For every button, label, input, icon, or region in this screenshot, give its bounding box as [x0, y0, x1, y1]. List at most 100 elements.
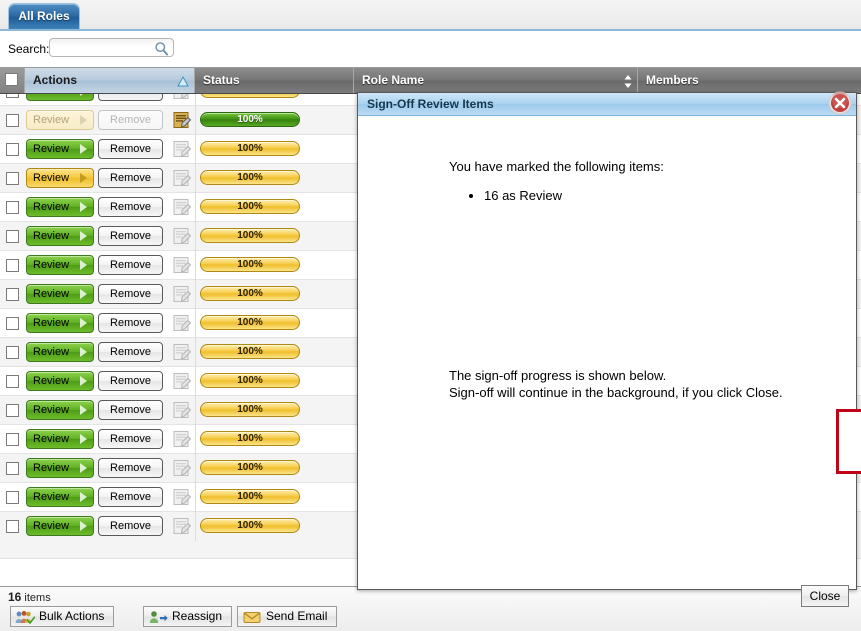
- row-select-checkbox[interactable]: [6, 259, 19, 272]
- status-progress-bar: 100%: [200, 94, 300, 98]
- form-icon-disabled: [172, 314, 191, 333]
- remove-button-label: Remove: [110, 259, 151, 271]
- review-button[interactable]: Review: [26, 94, 94, 101]
- remove-button[interactable]: Remove: [98, 284, 163, 304]
- status-progress-bar: 100%: [200, 460, 300, 475]
- form-icon-disabled: [172, 198, 191, 217]
- remove-button[interactable]: Remove: [98, 139, 163, 159]
- row-select-checkbox[interactable]: [6, 94, 19, 98]
- review-button[interactable]: Review: [26, 516, 94, 536]
- dialog-title-bar[interactable]: Sign-Off Review Items: [358, 93, 856, 116]
- remove-button[interactable]: Remove: [98, 168, 163, 188]
- remove-button-label: Remove: [110, 317, 151, 329]
- review-button[interactable]: Review: [26, 139, 94, 159]
- bulk-actions-button[interactable]: Bulk Actions: [10, 606, 114, 627]
- remove-button[interactable]: Remove: [98, 371, 163, 391]
- sort-both-icon[interactable]: [622, 73, 634, 87]
- remove-button-label: Remove: [110, 520, 151, 532]
- status-progress-label: 100%: [237, 94, 263, 96]
- remove-button[interactable]: Remove: [98, 516, 163, 536]
- review-button[interactable]: Review: [26, 371, 94, 391]
- remove-button[interactable]: Remove: [98, 487, 163, 507]
- column-header-select-all[interactable]: [0, 68, 25, 93]
- envelope-icon: [242, 609, 262, 625]
- review-button[interactable]: Review: [26, 487, 94, 507]
- row-select-checkbox[interactable]: [6, 114, 19, 127]
- remove-button[interactable]: Remove: [98, 458, 163, 478]
- review-button[interactable]: Review: [26, 168, 94, 188]
- row-select-checkbox[interactable]: [6, 491, 19, 504]
- remove-button-label: Remove: [110, 491, 151, 503]
- grid-footer: 16 items Bulk Actions Reassign: [0, 586, 861, 631]
- dialog-title: Sign-Off Review Items: [367, 97, 494, 111]
- remove-button-label: Remove: [110, 172, 151, 184]
- sort-ascending-icon[interactable]: [177, 73, 189, 87]
- item-count: 16 items: [8, 590, 51, 604]
- review-button[interactable]: Review: [26, 197, 94, 217]
- review-button-label: Review: [33, 375, 69, 387]
- column-divider: [195, 164, 196, 193]
- dialog-close-button[interactable]: Close: [801, 585, 849, 607]
- status-progress-bar: 100%: [200, 489, 300, 504]
- form-icon-disabled: [172, 459, 191, 478]
- column-header-role-name[interactable]: Role Name: [354, 68, 638, 93]
- review-button[interactable]: Review: [26, 342, 94, 362]
- close-circle-icon[interactable]: [827, 90, 853, 116]
- remove-button[interactable]: Remove: [98, 400, 163, 420]
- column-divider: [195, 396, 196, 425]
- row-select-checkbox[interactable]: [6, 288, 19, 301]
- search-icon[interactable]: [154, 41, 169, 56]
- remove-button[interactable]: Remove: [98, 197, 163, 217]
- review-button[interactable]: Review: [26, 400, 94, 420]
- remove-button[interactable]: Remove: [98, 255, 163, 275]
- search-bar: Search:: [0, 33, 861, 67]
- status-progress-bar: 100%: [200, 344, 300, 359]
- status-progress-label: 100%: [237, 462, 263, 473]
- status-progress-label: 100%: [237, 201, 263, 212]
- review-button[interactable]: Review: [26, 226, 94, 246]
- row-select-checkbox[interactable]: [6, 462, 19, 475]
- review-button[interactable]: Review: [26, 110, 94, 130]
- remove-button[interactable]: Remove: [98, 429, 163, 449]
- tab-all-roles[interactable]: All Roles: [8, 3, 80, 29]
- column-header-status[interactable]: Status: [195, 68, 354, 93]
- form-icon-disabled: [172, 227, 191, 246]
- row-select-checkbox[interactable]: [6, 520, 19, 533]
- review-button[interactable]: Review: [26, 458, 94, 478]
- remove-button[interactable]: Remove: [98, 342, 163, 362]
- remove-button[interactable]: Remove: [98, 110, 163, 130]
- form-icon-disabled: [172, 256, 191, 275]
- row-select-checkbox[interactable]: [6, 375, 19, 388]
- remove-button[interactable]: Remove: [98, 313, 163, 333]
- status-progress-bar: 100%: [200, 141, 300, 156]
- row-select-checkbox[interactable]: [6, 201, 19, 214]
- search-box[interactable]: [49, 38, 174, 57]
- column-header-actions[interactable]: Actions: [25, 68, 195, 93]
- row-select-checkbox[interactable]: [6, 346, 19, 359]
- remove-button-label: Remove: [110, 404, 151, 416]
- review-button-label: Review: [33, 230, 69, 242]
- remove-button[interactable]: Remove: [98, 226, 163, 246]
- row-select-checkbox[interactable]: [6, 404, 19, 417]
- column-divider: [195, 454, 196, 483]
- send-email-button[interactable]: Send Email: [237, 606, 337, 627]
- chevron-right-icon: [80, 115, 87, 125]
- row-select-checkbox[interactable]: [6, 172, 19, 185]
- review-button[interactable]: Review: [26, 284, 94, 304]
- review-button[interactable]: Review: [26, 429, 94, 449]
- column-divider: [195, 106, 196, 135]
- remove-button[interactable]: Remove: [98, 94, 163, 101]
- row-select-checkbox[interactable]: [6, 230, 19, 243]
- review-button[interactable]: Review: [26, 313, 94, 333]
- select-all-checkbox[interactable]: [5, 73, 18, 86]
- dialog-marked-text: You have marked the following items:: [449, 159, 664, 174]
- row-select-checkbox[interactable]: [6, 433, 19, 446]
- form-icon-active[interactable]: [172, 111, 191, 130]
- status-progress-label: 100%: [237, 491, 263, 502]
- review-button[interactable]: Review: [26, 255, 94, 275]
- search-input[interactable]: [53, 40, 149, 55]
- row-select-checkbox[interactable]: [6, 317, 19, 330]
- row-select-checkbox[interactable]: [6, 143, 19, 156]
- chevron-right-icon: [80, 202, 87, 212]
- reassign-button[interactable]: Reassign: [143, 606, 232, 627]
